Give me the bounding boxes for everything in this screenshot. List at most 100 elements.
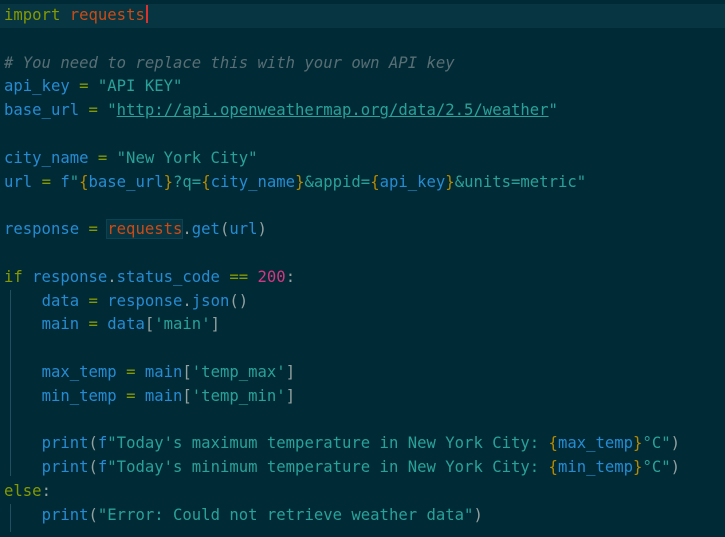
- code-line[interactable]: # You need to replace this with your own…: [0, 52, 725, 76]
- string-literal: "Today's minimum temperature in New York…: [107, 458, 549, 477]
- brace: {: [548, 458, 558, 477]
- paren: ): [257, 220, 267, 239]
- string-literal: 'main': [154, 315, 211, 334]
- code-line[interactable]: else:: [0, 480, 725, 504]
- string-literal: °C": [642, 434, 671, 453]
- code-line[interactable]: [0, 409, 725, 433]
- variable: url: [4, 172, 33, 191]
- variable: api_key: [4, 77, 70, 96]
- brace: {: [548, 434, 558, 453]
- keyword-import: import: [4, 6, 61, 24]
- code-line[interactable]: url = f"{base_url}?q={city_name}&appid={…: [0, 171, 725, 195]
- variable: response: [4, 220, 80, 239]
- operator: =: [88, 315, 98, 334]
- variable: base_url: [88, 172, 164, 191]
- bracket: ]: [285, 386, 296, 405]
- function-name: print: [41, 458, 89, 477]
- bracket: [: [144, 315, 155, 334]
- operator: =: [97, 148, 108, 167]
- comment: # You need to replace this with your own…: [4, 53, 455, 72]
- code-line[interactable]: max_temp = main['temp_max']: [0, 361, 725, 385]
- operator: =: [88, 220, 98, 239]
- string-literal: "Today's maximum temperature in New York…: [107, 434, 549, 453]
- number-literal: 200: [257, 267, 286, 286]
- variable: url: [229, 220, 258, 239]
- bracket: ]: [210, 315, 220, 334]
- string-literal: &units=metric": [454, 172, 587, 191]
- paren: ): [670, 458, 680, 477]
- keyword-else: else: [4, 481, 42, 500]
- string-literal: "New York City": [116, 148, 258, 167]
- keyword-if: if: [4, 267, 23, 286]
- variable: data: [107, 315, 145, 334]
- paren: (: [88, 434, 98, 453]
- paren: (): [229, 291, 249, 310]
- code-lines[interactable]: import requests # You need to replace th…: [0, 4, 725, 528]
- code-line[interactable]: print(f"Today's minimum temperature in N…: [0, 456, 725, 480]
- brace: }: [163, 172, 174, 191]
- paren: (: [88, 505, 98, 524]
- brace: }: [445, 172, 455, 191]
- bracket: [: [182, 386, 192, 405]
- variable: response: [107, 291, 183, 310]
- variable: min_temp: [557, 458, 634, 477]
- variable: city_name: [4, 148, 89, 167]
- function-name: print: [41, 434, 89, 453]
- code-line[interactable]: [0, 337, 725, 361]
- function-name: print: [41, 505, 89, 524]
- dot: .: [182, 291, 192, 310]
- brace: {: [370, 172, 380, 191]
- code-line[interactable]: city_name = "New York City": [0, 147, 725, 171]
- code-line[interactable]: [0, 194, 725, 218]
- paren: ): [473, 505, 483, 524]
- fstring-prefix: f: [60, 172, 70, 191]
- variable: max_temp: [557, 434, 634, 453]
- code-line[interactable]: if response.status_code == 200:: [0, 266, 725, 290]
- text-cursor: [145, 5, 148, 23]
- variable: city_name: [210, 172, 296, 191]
- string-literal: 'temp_min': [191, 386, 286, 405]
- code-line[interactable]: api_key = "API KEY": [0, 75, 725, 99]
- url-link[interactable]: http://api.openweathermap.org/data/2.5/w…: [117, 101, 549, 119]
- colon: :: [41, 481, 51, 500]
- operator: =: [88, 291, 98, 310]
- brace: {: [201, 172, 211, 191]
- variable: base_url: [4, 101, 80, 120]
- fstring-prefix: f: [97, 434, 108, 453]
- operator: =: [126, 386, 136, 405]
- code-line[interactable]: [0, 28, 725, 52]
- dot: .: [182, 220, 192, 239]
- code-line[interactable]: import requests: [0, 4, 725, 28]
- variable: data: [41, 291, 80, 310]
- variable: main: [144, 386, 183, 405]
- module-name: requests: [69, 6, 145, 24]
- paren: ): [670, 434, 680, 453]
- variable: max_temp: [41, 362, 117, 381]
- operator: =: [88, 101, 98, 120]
- string-literal: ?q=: [173, 172, 202, 191]
- variable: main: [144, 362, 183, 381]
- bracket: [: [182, 362, 192, 381]
- code-editor[interactable]: import requests # You need to replace th…: [0, 0, 725, 537]
- variable: main: [41, 315, 80, 334]
- code-line[interactable]: print("Error: Could not retrieve weather…: [0, 504, 725, 528]
- code-line[interactable]: print(f"Today's maximum temperature in N…: [0, 432, 725, 456]
- code-line[interactable]: main = data['main']: [0, 313, 725, 337]
- string-literal: "Error: Could not retrieve weather data": [97, 505, 474, 524]
- paren: (: [88, 458, 98, 477]
- string-literal: 'temp_max': [191, 362, 286, 381]
- string-quote: ": [548, 101, 558, 120]
- paren: (: [219, 220, 230, 239]
- module-name: requests: [106, 219, 184, 240]
- variable: api_key: [379, 172, 446, 191]
- code-line[interactable]: [0, 242, 725, 266]
- string-literal: °C": [642, 458, 671, 477]
- code-line[interactable]: base_url = "http://api.openweathermap.or…: [0, 99, 725, 123]
- function-name: get: [191, 220, 220, 239]
- code-line[interactable]: response = requests.get(url): [0, 218, 725, 242]
- code-line[interactable]: min_temp = main['temp_min']: [0, 385, 725, 409]
- code-line[interactable]: data = response.json(): [0, 290, 725, 314]
- variable: min_temp: [41, 386, 117, 405]
- code-line[interactable]: [0, 123, 725, 147]
- brace: {: [79, 172, 89, 191]
